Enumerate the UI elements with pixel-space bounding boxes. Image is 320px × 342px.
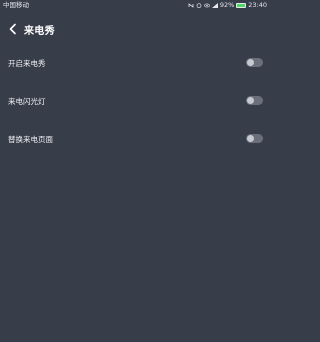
toggle-knob [247, 135, 254, 142]
back-arrow-icon[interactable] [7, 23, 19, 35]
page-title: 来电秀 [24, 26, 55, 37]
nfc-icon [188, 2, 194, 8]
alarm-icon [196, 2, 202, 8]
eye-icon [203, 3, 210, 7]
carrier-name: 中国移动 [3, 1, 29, 9]
setting-label: 来电闪光灯 [8, 97, 46, 106]
toggle-knob [247, 59, 254, 66]
setting-label: 开启来电秀 [8, 59, 46, 68]
header: 来电秀 [0, 18, 270, 42]
setting-label: 替换来电页面 [8, 135, 53, 144]
status-bar: 中国移动 92% 23:40 [0, 0, 270, 10]
flash-toggle[interactable] [246, 96, 263, 105]
replace-page-toggle[interactable] [246, 134, 263, 143]
status-time: 23:40 [248, 1, 267, 9]
battery-icon [236, 2, 247, 8]
toggle-knob [247, 97, 254, 104]
status-indicators: 92% 23:40 [188, 0, 267, 10]
setting-row-flash[interactable]: 来电闪光灯 [0, 91, 270, 113]
battery-percent: 92% [219, 1, 235, 9]
show-toggle[interactable] [246, 58, 263, 67]
setting-row-show[interactable]: 开启来电秀 [0, 53, 270, 75]
signal-icon [211, 2, 218, 8]
battery-fill [237, 3, 245, 7]
setting-row-replace-page[interactable]: 替换来电页面 [0, 129, 270, 151]
